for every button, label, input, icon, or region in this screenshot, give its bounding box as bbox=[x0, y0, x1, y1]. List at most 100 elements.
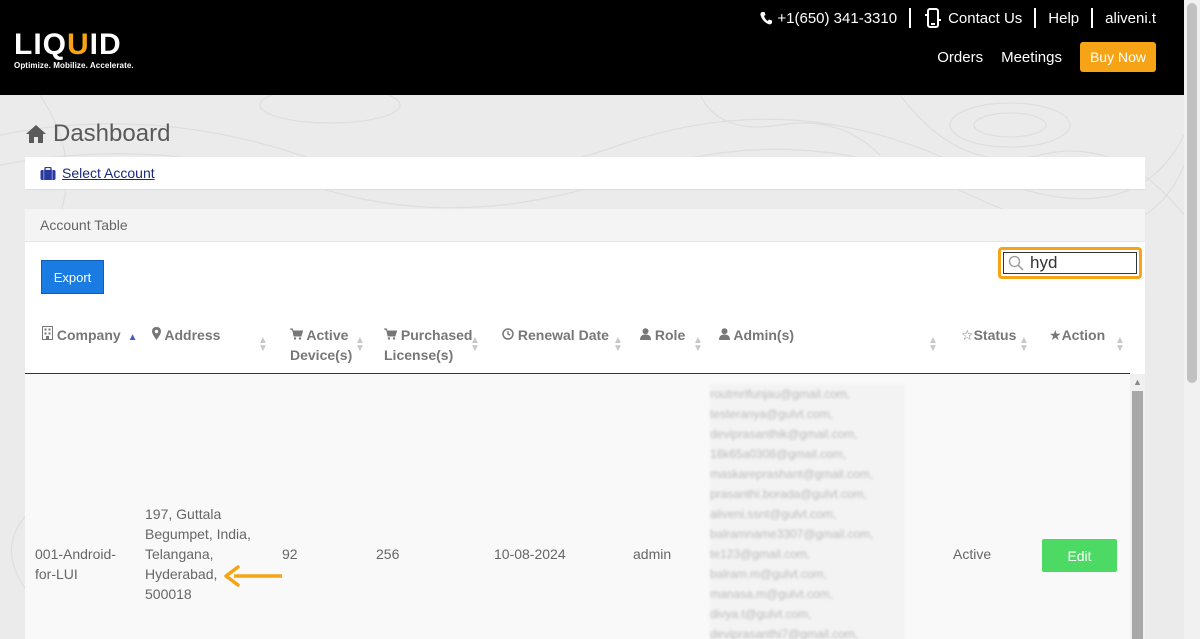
table-scrollbar[interactable]: ▲ bbox=[1130, 374, 1145, 639]
address-line: Hyderabad, bbox=[145, 566, 218, 582]
phone-number: +1(650) 341-3310 bbox=[777, 9, 898, 27]
help-link[interactable]: Help bbox=[1048, 10, 1079, 27]
table-row: 001-Android- for-LUI 197, Guttala Begump… bbox=[25, 374, 1130, 639]
cell-company: 001-Android- for-LUI bbox=[35, 544, 116, 584]
contact-us-label: Contact Us bbox=[948, 9, 1023, 27]
contact-us-link[interactable]: Contact Us bbox=[923, 8, 1022, 28]
column-label-purchased-2: License(s) bbox=[384, 347, 454, 363]
admin-email: manasa.m@gulvt.com, bbox=[710, 587, 833, 601]
sort-icon[interactable]: ▲ ▼ bbox=[1019, 336, 1029, 354]
clock-icon bbox=[502, 328, 514, 340]
sort-icon[interactable]: ▲ ▼ bbox=[355, 336, 365, 354]
company-line-2: for-LUI bbox=[35, 566, 78, 582]
admin-email: routmrlfunjau@gmail.com, bbox=[710, 387, 851, 401]
column-header-address[interactable]: Address bbox=[152, 325, 220, 345]
search-icon bbox=[1008, 255, 1024, 271]
user-icon bbox=[640, 328, 651, 340]
divider bbox=[1034, 8, 1037, 28]
cell-status: Active bbox=[953, 546, 992, 562]
column-header-status[interactable]: ☆Status bbox=[961, 325, 1016, 345]
column-label-company: Company bbox=[56, 327, 121, 343]
account-table-panel: Account Table Export hyd Company ▲ Addre… bbox=[25, 209, 1145, 639]
address-line: 197, Guttala bbox=[145, 506, 222, 522]
column-header-action[interactable]: ★Action bbox=[1049, 325, 1105, 345]
divider bbox=[1091, 8, 1094, 28]
sort-icon[interactable]: ▲ ▼ bbox=[470, 336, 480, 354]
edit-button[interactable]: Edit bbox=[1042, 539, 1117, 572]
scroll-up-arrow-icon[interactable]: ▲ bbox=[1133, 377, 1142, 387]
page-scrollbar[interactable] bbox=[1184, 0, 1200, 639]
cell-renewal-date: 10-08-2024 bbox=[494, 546, 566, 562]
sort-icon[interactable]: ▲ ▼ bbox=[258, 336, 268, 354]
admin-email: te123@gmail.com, bbox=[710, 547, 811, 561]
top-header-bar: LIQUID Optimize. Mobilize. Accelerate. +… bbox=[0, 0, 1184, 95]
column-label-purchased: Purchased bbox=[400, 327, 473, 343]
column-header-purchased-licenses[interactable]: Purchased License(s) bbox=[384, 325, 472, 365]
nav-orders[interactable]: Orders bbox=[937, 49, 983, 66]
table-search[interactable]: hyd bbox=[998, 247, 1142, 279]
admin-email: divya.t@gulvt.com, bbox=[710, 607, 812, 621]
logo-text-b: ID bbox=[89, 28, 122, 61]
logo-text-u: U bbox=[67, 28, 90, 61]
cell-purchased-licenses: 256 bbox=[376, 546, 400, 562]
sort-asc-icon: ▲ bbox=[127, 332, 138, 343]
sort-icon[interactable]: ▲ ▼ bbox=[613, 336, 623, 354]
admin-email: deviprasanthik@gmail.com, bbox=[710, 427, 858, 441]
phone-icon bbox=[760, 12, 773, 25]
sort-icon[interactable]: ▲ ▼ bbox=[928, 336, 938, 354]
address-line: Telangana, bbox=[145, 546, 214, 562]
logo-text-a: LIQ bbox=[14, 28, 67, 61]
star-half-icon: ☆ bbox=[961, 327, 974, 343]
column-label-action: Action bbox=[1061, 327, 1106, 343]
user-icon bbox=[719, 328, 730, 340]
main-nav: Orders Meetings Buy Now bbox=[937, 42, 1156, 72]
building-icon bbox=[42, 326, 53, 340]
briefcase-icon bbox=[40, 166, 56, 180]
search-input[interactable]: hyd bbox=[1030, 253, 1057, 273]
liquid-logo[interactable]: LIQUID Optimize. Mobilize. Accelerate. bbox=[14, 28, 134, 71]
table-scrollbar-thumb[interactable] bbox=[1132, 391, 1143, 639]
sort-icon[interactable]: ▲ ▼ bbox=[1115, 336, 1125, 354]
column-header-renewal-date[interactable]: Renewal Date bbox=[502, 325, 609, 345]
phone-link[interactable]: +1(650) 341-3310 bbox=[760, 10, 897, 27]
column-label-role: Role bbox=[654, 327, 686, 343]
cell-role: admin bbox=[633, 546, 672, 562]
home-icon bbox=[26, 125, 46, 143]
page-title: Dashboard bbox=[25, 120, 170, 148]
admin-email: aliveni.ssnt@gulvt.com, bbox=[710, 507, 837, 521]
column-label-active-devices: Active bbox=[306, 327, 349, 343]
column-header-admins[interactable]: Admin(s) bbox=[719, 325, 794, 345]
user-menu[interactable]: aliveni.t bbox=[1105, 10, 1156, 27]
cart-icon bbox=[384, 328, 398, 340]
star-icon: ★ bbox=[1049, 327, 1062, 343]
admin-email: testeranya@gulvt.com, bbox=[710, 407, 833, 421]
admin-email: maskareprashant@gmail.com, bbox=[710, 467, 873, 481]
page-scrollbar-thumb[interactable] bbox=[1187, 3, 1197, 383]
column-header-company[interactable]: Company ▲ bbox=[42, 325, 137, 348]
cell-admins-blurred: routmrlfunjau@gmail.com, testeranya@gulv… bbox=[710, 384, 905, 639]
nav-meetings[interactable]: Meetings bbox=[1001, 49, 1062, 66]
orange-arrow-annotation-icon bbox=[224, 565, 282, 587]
admin-email: balram.m@gulvt.com, bbox=[710, 567, 827, 581]
address-line: Begumpet, India, bbox=[145, 526, 251, 542]
column-header-active-devices[interactable]: Active Device(s) bbox=[290, 325, 352, 365]
column-label-status: Status bbox=[973, 327, 1017, 343]
address-line: 500018 bbox=[145, 586, 192, 602]
column-header-role[interactable]: Role bbox=[640, 325, 685, 345]
cart-icon bbox=[290, 328, 304, 340]
cell-address: 197, Guttala Begumpet, India, Telangana,… bbox=[145, 504, 251, 604]
sort-icon[interactable]: ▲ ▼ bbox=[693, 336, 703, 354]
select-account-panel: Select Account bbox=[25, 157, 1145, 190]
cell-active-devices: 92 bbox=[282, 546, 298, 562]
admin-email: prasanthi.borada@gulvt.com, bbox=[710, 487, 867, 501]
top-utility-links: +1(650) 341-3310 Contact Us Help aliveni… bbox=[760, 8, 1156, 28]
select-account-link[interactable]: Select Account bbox=[62, 165, 155, 181]
admin-email: balramname3307@gmail.com, bbox=[710, 527, 874, 541]
export-button[interactable]: Export bbox=[41, 260, 104, 294]
account-table-heading: Account Table bbox=[25, 209, 1145, 242]
column-label-address: Address bbox=[164, 327, 221, 343]
column-label-admins: Admin(s) bbox=[733, 327, 795, 343]
admin-email: deviprasanthi7@gmail.com, bbox=[710, 627, 859, 639]
buy-now-button[interactable]: Buy Now bbox=[1079, 42, 1156, 72]
column-label-active-devices-2: Device(s) bbox=[290, 347, 353, 363]
